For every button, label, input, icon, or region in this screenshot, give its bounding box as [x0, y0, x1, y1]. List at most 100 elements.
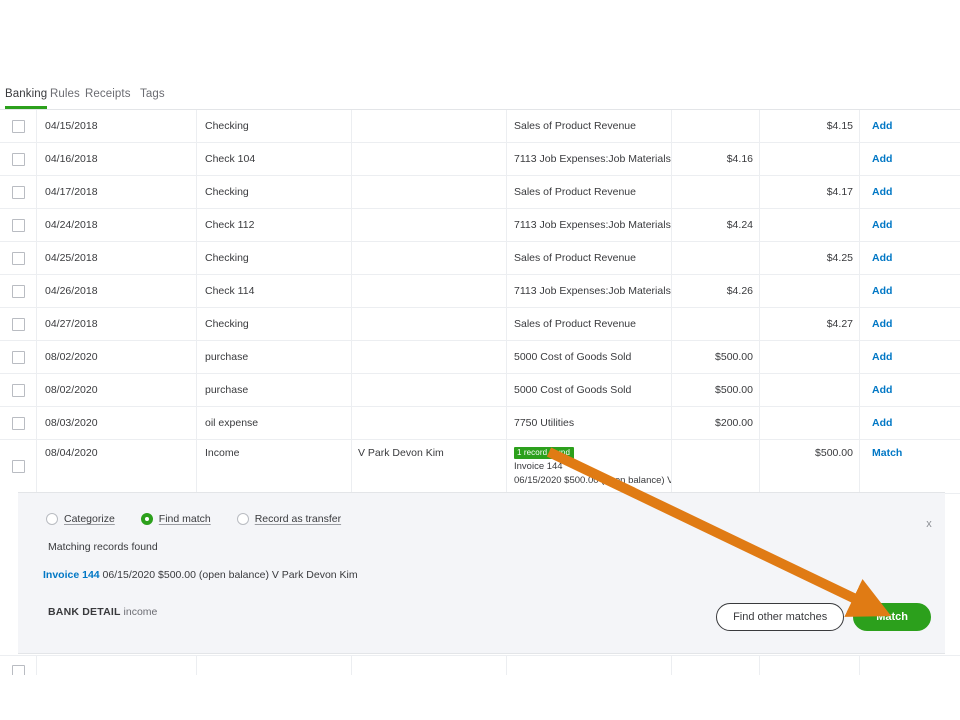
table-row[interactable]: 04/17/2018 Checking Sales of Product Rev… [0, 176, 960, 209]
table-row[interactable]: 04/24/2018 Check 112 7113 Job Expenses:J… [0, 209, 960, 242]
cell-payee [352, 209, 507, 241]
cell-description: Checking [197, 110, 352, 142]
cell-match-summary: 1 record found Invoice 144 06/15/2020 $5… [507, 440, 672, 493]
add-link[interactable]: Add [872, 351, 892, 363]
cell-received: $4.25 [760, 242, 860, 274]
row-checkbox[interactable] [11, 251, 25, 265]
row-checkbox[interactable] [11, 416, 25, 430]
radio-option-record-as-transfer[interactable]: Record as transfer [236, 513, 341, 525]
row-checkbox[interactable] [11, 665, 25, 675]
cell-spent [672, 242, 760, 274]
cell-description: Check 114 [197, 275, 352, 307]
cell-description: oil expense [197, 407, 352, 439]
tab-rules[interactable]: Rules [50, 88, 80, 106]
cell-date: 04/24/2018 [37, 209, 197, 241]
tab-tags[interactable]: Tags [140, 88, 165, 106]
cell-description: Check 104 [197, 143, 352, 175]
table-row-partial[interactable] [0, 655, 960, 675]
cell-payee [352, 374, 507, 406]
cell-payee [352, 656, 507, 675]
tab-banking[interactable]: Banking [5, 88, 48, 109]
cell-date: 04/26/2018 [37, 275, 197, 307]
bank-detail: BANK DETAIL income [48, 606, 157, 618]
cell-received: $4.15 [760, 110, 860, 142]
cell-action: Add [860, 341, 960, 373]
add-link[interactable]: Add [872, 417, 892, 429]
panel-radio-group: Categorize Find match Record as transfer [46, 513, 341, 525]
match-button[interactable]: Match [853, 603, 931, 631]
cell-date: 04/15/2018 [37, 110, 197, 142]
cell-action: Add [860, 143, 960, 175]
cell-category: 7113 Job Expenses:Job Materials:Plants &… [507, 209, 672, 241]
row-checkbox-cell [0, 308, 37, 340]
table-row[interactable]: 04/25/2018 Checking Sales of Product Rev… [0, 242, 960, 275]
transactions-table: 04/15/2018 Checking Sales of Product Rev… [0, 110, 960, 494]
cell-description [197, 656, 352, 675]
add-link[interactable]: Add [872, 252, 892, 264]
panel-left-rail [0, 492, 18, 654]
cell-received: $500.00 [760, 440, 860, 493]
cell-category: Sales of Product Revenue [507, 176, 672, 208]
cell-action: Add [860, 407, 960, 439]
cell-spent: $500.00 [672, 341, 760, 373]
cell-payee [352, 308, 507, 340]
row-checkbox-cell [0, 341, 37, 373]
add-link[interactable]: Add [872, 219, 892, 231]
row-checkbox-cell [0, 440, 37, 493]
cell-spent: $200.00 [672, 407, 760, 439]
cell-received [760, 275, 860, 307]
row-checkbox[interactable] [11, 460, 25, 473]
radio-option-find-match[interactable]: Find match [140, 513, 211, 525]
cell-received [760, 374, 860, 406]
row-checkbox-cell [0, 407, 37, 439]
table-row[interactable]: 08/02/2020 purchase 5000 Cost of Goods S… [0, 374, 960, 407]
row-checkbox[interactable] [11, 317, 25, 331]
row-checkbox[interactable] [11, 119, 25, 133]
invoice-link[interactable]: Invoice 144 [43, 569, 100, 581]
add-link[interactable]: Add [872, 120, 892, 132]
cell-description: Checking [197, 176, 352, 208]
cell-payee [352, 275, 507, 307]
tab-receipts[interactable]: Receipts [85, 88, 131, 106]
cell-received [760, 407, 860, 439]
table-row[interactable]: 08/03/2020 oil expense 7750 Utilities $2… [0, 407, 960, 440]
match-link[interactable]: Match [872, 447, 902, 459]
cell-action: Add [860, 242, 960, 274]
radio-icon-categorize[interactable] [46, 513, 58, 525]
table-row[interactable]: 04/15/2018 Checking Sales of Product Rev… [0, 110, 960, 143]
invoice-details: 06/15/2020 $500.00 (open balance) V Park… [102, 569, 358, 581]
row-checkbox[interactable] [11, 218, 25, 232]
row-checkbox-cell [0, 374, 37, 406]
cell-received: $4.17 [760, 176, 860, 208]
cell-action: Add [860, 110, 960, 142]
radio-icon-find-match[interactable] [140, 513, 153, 525]
cell-category: Sales of Product Revenue [507, 242, 672, 274]
add-link[interactable]: Add [872, 186, 892, 198]
table-row-selected[interactable]: 08/04/2020 Income V Park Devon Kim 1 rec… [0, 440, 960, 494]
cell-category: 5000 Cost of Goods Sold [507, 341, 672, 373]
radio-option-categorize[interactable]: Categorize [46, 513, 115, 525]
add-link[interactable]: Add [872, 318, 892, 330]
row-checkbox[interactable] [11, 185, 25, 199]
cell-spent [672, 110, 760, 142]
row-checkbox[interactable] [11, 383, 25, 397]
cell-spent [672, 176, 760, 208]
row-checkbox[interactable] [11, 350, 25, 364]
table-row-partial-container [0, 655, 960, 675]
row-checkbox[interactable] [11, 152, 25, 166]
row-checkbox[interactable] [11, 284, 25, 298]
cell-category: 7113 Job Expenses:Job Materials:Plants &… [507, 275, 672, 307]
table-row[interactable]: 08/02/2020 purchase 5000 Cost of Goods S… [0, 341, 960, 374]
cell-received [760, 341, 860, 373]
table-row[interactable]: 04/16/2018 Check 104 7113 Job Expenses:J… [0, 143, 960, 176]
find-other-matches-button[interactable]: Find other matches [716, 603, 845, 631]
radio-icon-record-as-transfer[interactable] [236, 513, 249, 525]
add-link[interactable]: Add [872, 285, 892, 297]
close-icon[interactable]: x [918, 515, 940, 533]
cell-description: Check 112 [197, 209, 352, 241]
add-link[interactable]: Add [872, 384, 892, 396]
table-row[interactable]: 04/26/2018 Check 114 7113 Job Expenses:J… [0, 275, 960, 308]
add-link[interactable]: Add [872, 153, 892, 165]
matching-records-found-text: Matching records found [48, 541, 158, 553]
table-row[interactable]: 04/27/2018 Checking Sales of Product Rev… [0, 308, 960, 341]
